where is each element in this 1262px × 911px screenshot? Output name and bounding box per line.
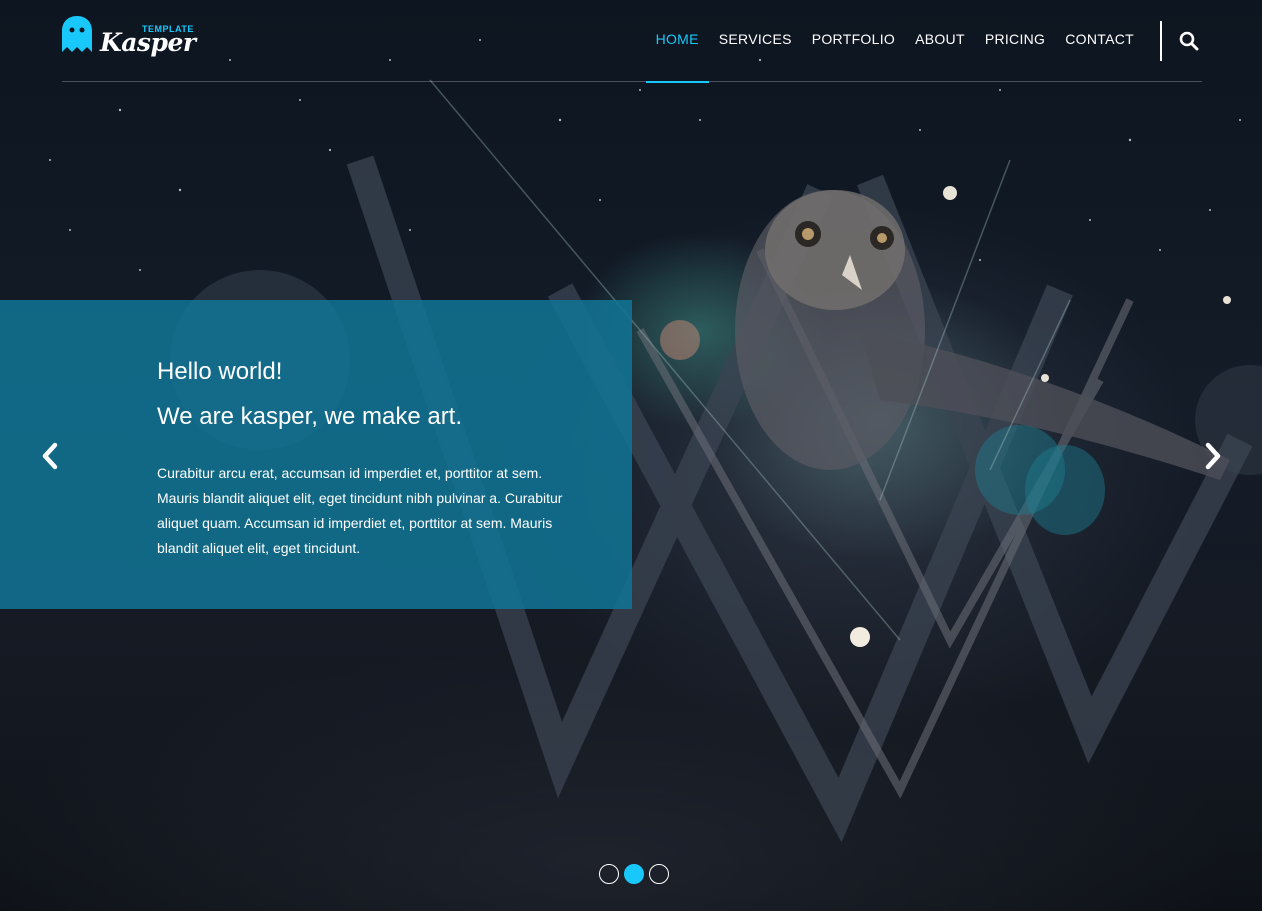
site-logo[interactable]: TEMPLATE Kasper	[62, 14, 196, 58]
nav-item-home[interactable]: HOME	[645, 0, 709, 83]
hero-section: TEMPLATE Kasper HOME SERVICES PORTFOLIO …	[0, 0, 1262, 911]
ghost-logo-icon	[62, 16, 92, 52]
logo-wordmark: Kasper	[100, 28, 196, 57]
slide-subtitle: We are kasper, we make art.	[157, 403, 463, 430]
site-header: TEMPLATE Kasper HOME SERVICES PORTFOLIO …	[62, 0, 1202, 83]
slide-title: Hello world!	[157, 358, 283, 385]
slider-dot-1[interactable]	[599, 864, 619, 884]
chevron-left-icon[interactable]	[38, 440, 62, 472]
nav-item-pricing[interactable]: PRICING	[975, 0, 1055, 82]
nav-item-about[interactable]: ABOUT	[905, 0, 975, 82]
nav-divider	[1160, 21, 1162, 61]
main-nav: HOME SERVICES PORTFOLIO ABOUT PRICING CO…	[645, 0, 1202, 83]
search-icon[interactable]	[1178, 30, 1200, 52]
nav-item-services[interactable]: SERVICES	[709, 0, 802, 82]
chevron-right-icon[interactable]	[1201, 440, 1225, 472]
slider-dot-2[interactable]	[624, 864, 644, 884]
slide-caption-box	[0, 300, 632, 609]
slider-dot-3[interactable]	[649, 864, 669, 884]
slider-pagination	[599, 864, 669, 884]
nav-item-contact[interactable]: CONTACT	[1055, 0, 1144, 82]
slide-description: Curabitur arcu erat, accumsan id imperdi…	[157, 465, 563, 556]
nav-item-portfolio[interactable]: PORTFOLIO	[802, 0, 905, 82]
